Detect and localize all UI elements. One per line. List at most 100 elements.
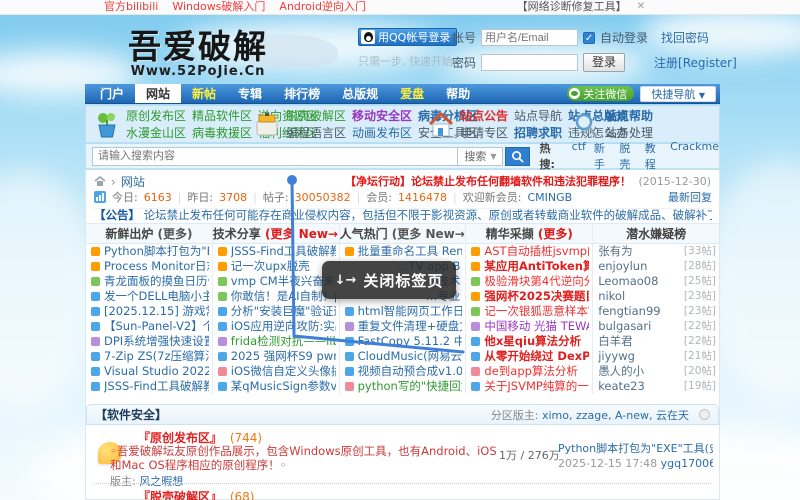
quick-link[interactable]: 站点帮助 bbox=[605, 109, 653, 123]
site-logo[interactable]: 吾爱破解 Www.52PoJie.Cn bbox=[128, 20, 268, 79]
rank-user-link[interactable]: enjoylun bbox=[598, 259, 647, 274]
nav-item-7[interactable]: 帮助 bbox=[435, 84, 481, 103]
thread-link[interactable]: 某qMusicSign参数vmp逆向 bbox=[231, 379, 336, 394]
password-input[interactable] bbox=[481, 54, 578, 71]
thread-link[interactable]: 你敢信！是AI自制！pyt bbox=[231, 289, 336, 304]
notice-text[interactable]: 【净坛行动】论坛禁止发布任何翻墙软件和违法犯罪程序！ bbox=[345, 175, 631, 188]
nav-item-1[interactable]: 网站 bbox=[135, 84, 181, 103]
thread-link[interactable]: 【Sun-Panel-V2】个人NAS导 bbox=[104, 319, 209, 334]
quick-link[interactable]: 编程语言区 bbox=[286, 126, 346, 140]
announcement-text[interactable]: 论坛禁止发布任何可能存在商业侵权内容，包括但不限于影视资源、原创或者转载商业软件… bbox=[144, 208, 712, 222]
nav-item-5[interactable]: 总版规 bbox=[331, 84, 389, 103]
latest-reply-link[interactable]: 最新回复 bbox=[668, 189, 712, 205]
rank-user-link[interactable]: 愚人的小 bbox=[598, 364, 644, 379]
quick-link[interactable]: 站点导航 bbox=[514, 109, 562, 123]
thread-link[interactable]: vmp CM半夜兴奋来了,双 bbox=[231, 274, 336, 289]
thread-link[interactable]: html智能网页工作日历备忘录 bbox=[358, 304, 463, 319]
thread-link[interactable]: JSSS-Find工具破解教程（一 bbox=[231, 244, 336, 259]
board-more-link[interactable]: (更多) bbox=[534, 227, 573, 241]
thread-link[interactable]: DPI系统增强快速设置工具v1. bbox=[104, 334, 209, 349]
quick-link[interactable]: 脱壳破解区 bbox=[286, 109, 346, 123]
rank-user-link[interactable]: jiyywg bbox=[598, 349, 635, 364]
topbar-link[interactable]: Android逆向入门 bbox=[279, 0, 366, 14]
home-icon[interactable] bbox=[94, 176, 106, 187]
thread-link[interactable]: AST自动插桩jsvmp的简单实 bbox=[484, 244, 589, 259]
quick-link[interactable]: 病毒救援区 bbox=[192, 126, 252, 140]
nav-item-4[interactable]: 排行榜 bbox=[273, 84, 331, 103]
thread-link[interactable]: FastCopy 5.11.2 中文绿色 bbox=[358, 334, 463, 349]
thread-link[interactable]: 重复文件清理+硬盘文件分析 bbox=[358, 319, 463, 334]
thread-link[interactable]: 从零开始绕过 DexProtector bbox=[484, 349, 589, 364]
thread-link[interactable]: Visual Studio 2022 专业版 社 bbox=[104, 364, 209, 379]
account-input[interactable] bbox=[481, 29, 578, 46]
thread-link[interactable]: 某应用AntiToken算法分析 bbox=[484, 259, 589, 274]
rank-user-link[interactable]: fengtian99 bbox=[598, 304, 660, 319]
rank-user-link[interactable]: nikol bbox=[598, 289, 625, 304]
auto-login-checkbox[interactable]: ✓ bbox=[583, 32, 595, 44]
collapse-toggle-icon[interactable] bbox=[699, 409, 710, 420]
thread-link[interactable]: 分析"安装巨魔"验证逆向 bbox=[231, 304, 336, 319]
quick-link[interactable]: 移动安全区 bbox=[352, 109, 412, 123]
rank-user-link[interactable]: 张有为 bbox=[598, 244, 633, 259]
qq-login-button[interactable]: 用QQ帐号登录 bbox=[358, 28, 457, 46]
follow-wechat-button[interactable]: 关注微信 bbox=[567, 86, 634, 101]
search-type-select[interactable]: 搜索 ▼ bbox=[458, 147, 503, 166]
quick-link[interactable]: 招聘求职 bbox=[514, 126, 562, 140]
topbar-link[interactable]: 官方bilibili bbox=[104, 0, 158, 14]
search-input[interactable] bbox=[92, 147, 458, 166]
breadcrumb-current[interactable]: 网站 bbox=[121, 173, 145, 190]
nav-item-3[interactable]: 专辑 bbox=[227, 84, 273, 103]
hot-search-word[interactable]: 脱壳 bbox=[619, 140, 636, 172]
register-link[interactable]: 注册[Register] bbox=[654, 54, 737, 71]
thread-link[interactable]: 7-Zip ZS(7z压缩算法增强版)_ bbox=[104, 349, 209, 364]
thread-link[interactable]: iOS应用逆向攻防:实战-雅 bbox=[231, 319, 336, 334]
quick-link[interactable]: 水漫金山区 bbox=[126, 126, 186, 140]
close-icon[interactable]: ✕ bbox=[637, 0, 645, 14]
thread-link[interactable]: 记一次upx脱壳 bbox=[231, 259, 310, 274]
hot-search-word[interactable]: 新手 bbox=[594, 140, 611, 172]
new-member-link[interactable]: CMINGB bbox=[527, 191, 572, 204]
thread-link[interactable]: 极验滑块第4代逆向分析 bbox=[484, 274, 589, 289]
section-header-software-security[interactable]: 【软件安全】 分区版主: ximo, zzage, A-new, 云在天 bbox=[86, 404, 719, 425]
forum-link[interactable]: 『原创发布区』 bbox=[138, 431, 222, 445]
thread-link[interactable]: de到app算法分析 bbox=[484, 364, 578, 379]
thread-link[interactable]: 关于JSVMP纯算的一些取巧方 bbox=[484, 379, 589, 394]
mods-list[interactable]: ximo, zzage, A-new, 云在天 bbox=[542, 409, 689, 422]
hot-search-word[interactable]: ctf bbox=[572, 140, 586, 172]
network-repair-tool-link[interactable]: 【网络诊断修复工具】 bbox=[517, 0, 627, 14]
thread-link[interactable]: 发一个DELL电脑小主机用的 bbox=[104, 289, 209, 304]
find-password-link[interactable]: 找回密码 bbox=[661, 29, 709, 46]
quick-link[interactable]: 原创发布区 bbox=[126, 109, 186, 123]
nav-item-2[interactable]: 新帖 bbox=[181, 84, 227, 103]
thread-link[interactable]: JSSS-Find工具破解教程（一 bbox=[104, 379, 209, 394]
forum-mod-link[interactable]: 风之暇想 bbox=[139, 475, 183, 488]
thread-link[interactable]: frida检测对抗——libmsa bbox=[231, 334, 336, 349]
thread-link[interactable]: 中国移动 光猫 TEWA-7560B bbox=[484, 319, 589, 334]
thread-link[interactable]: 2025 强网杯S9 pwn - bph 复 bbox=[231, 349, 336, 364]
rank-user-link[interactable]: bulgasari bbox=[598, 319, 651, 334]
quick-link[interactable]: 站点公告 bbox=[460, 109, 508, 123]
thread-link[interactable]: Python脚本打包为"EXE"工具 bbox=[104, 244, 209, 259]
thread-link[interactable]: 强网杯2025决赛题目复现 bbox=[484, 289, 589, 304]
login-button[interactable]: 登录 bbox=[583, 53, 625, 72]
nav-item-0[interactable]: 门户 bbox=[89, 84, 135, 103]
thread-link[interactable]: Process Monitor日志求助 bbox=[104, 259, 209, 274]
rank-user-link[interactable]: 白羊君 bbox=[598, 334, 633, 349]
thread-link[interactable]: 青龙面板的摸鱼日历代码 bbox=[104, 274, 209, 289]
board-more-link[interactable]: (更多 New→) bbox=[388, 227, 466, 241]
quick-nav-button[interactable]: 快捷导航 ▼ bbox=[640, 86, 716, 102]
rank-user-link[interactable]: keate23 bbox=[598, 379, 645, 394]
board-more-link[interactable]: (更多) bbox=[153, 227, 192, 241]
search-button[interactable] bbox=[505, 147, 529, 166]
quick-link[interactable]: 动画发布区 bbox=[352, 126, 412, 140]
latest-post-user[interactable]: ygq170063 bbox=[661, 457, 713, 470]
thread-link[interactable]: [2025.12.15] 游戏常用运行库 bbox=[104, 304, 209, 319]
thread-link[interactable]: 批量重命名工具 Renamer v1. bbox=[358, 244, 463, 259]
hot-search-word[interactable]: Crackme bbox=[670, 140, 719, 172]
latest-post-link[interactable]: Python脚本打包为"EXE"工具(史 ... bbox=[558, 441, 713, 456]
quick-link[interactable]: 站务处理 bbox=[605, 126, 653, 140]
thread-link[interactable]: iOS微信自定义头像插件逆 bbox=[231, 364, 336, 379]
board-more-link[interactable]: (更多 New→) bbox=[261, 227, 339, 241]
quick-link[interactable]: 精品软件区 bbox=[192, 109, 252, 123]
thread-link[interactable]: 记一次银狐恶意样本Window bbox=[484, 304, 589, 319]
